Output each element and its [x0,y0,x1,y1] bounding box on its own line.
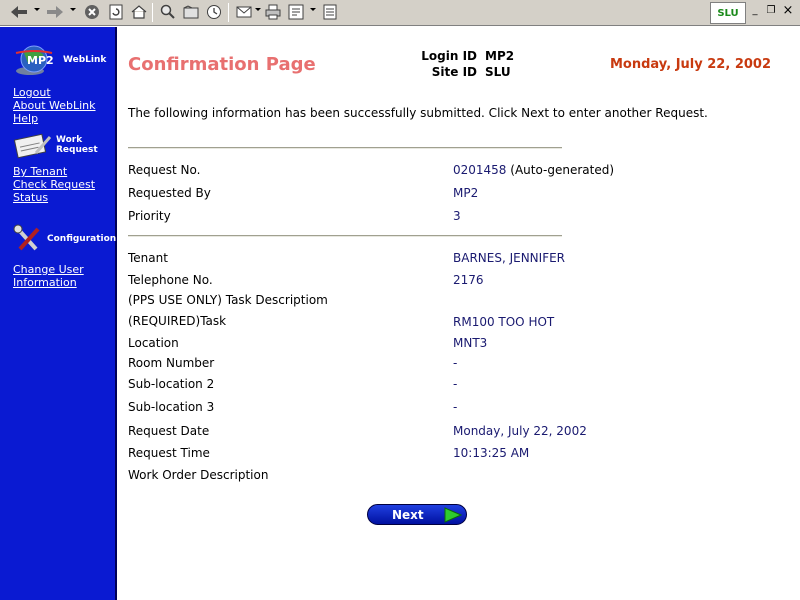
configuration-header: Configuration [12,223,116,255]
telephone-value: 2176 [453,273,484,287]
sub-location-3-value: - [453,400,458,414]
login-id-label: Login ID [421,49,477,63]
edit-icon[interactable] [286,3,306,21]
request-time-value: 10:13:25 AM [453,446,530,460]
back-dropdown-icon[interactable] [34,8,40,11]
priority-value: 3 [453,209,461,223]
forward-dropdown-icon[interactable] [70,8,76,11]
by-tenant-link[interactable]: By Tenant [13,165,67,178]
section-divider [128,147,562,149]
location-label: Location [128,336,179,350]
browser-toolbar: SLU _ ❐ × [0,0,800,26]
request-no-number: 0201458 [453,163,507,177]
clipboard-wrench-icon [14,133,52,159]
weblink-label: WebLink [63,55,107,65]
main-content: Confirmation Page Login ID MP2 Site ID S… [119,27,800,600]
home-icon[interactable] [129,3,149,21]
tools-icon [13,224,40,251]
request-date-label: Request Date [128,424,210,438]
history-icon[interactable] [204,3,224,21]
close-icon[interactable]: × [781,4,795,18]
toolbar-separator [228,3,229,22]
auto-generated-note: (Auto-generated) [510,163,615,177]
refresh-icon[interactable] [106,3,126,21]
favorites-icon[interactable] [181,3,201,21]
room-number-label: Room Number [128,356,215,370]
help-link[interactable]: Help [13,112,38,125]
check-request-status-link[interactable]: Check Request Status [13,178,108,204]
telephone-label: Telephone No. [128,273,213,287]
toolbar-separator [152,3,153,22]
tenant-label: Tenant [128,251,168,265]
task-description-label: (PPS USE ONLY) Task Descriptiom [128,293,328,307]
current-date: Monday, July 22, 2002 [609,57,771,72]
print-icon[interactable] [263,3,283,21]
logout-link[interactable]: Logout [13,86,51,99]
sub-location-2-value: - [453,377,458,391]
discuss-icon[interactable] [320,3,340,21]
stop-icon[interactable] [82,3,102,21]
task-value: RM100 TOO HOT [453,315,555,329]
requested-by-value: MP2 [453,186,479,200]
play-arrow-icon [444,507,462,523]
sidebar: MP2 WebLink Logout About WebLink Help Wo… [0,27,117,600]
page-title: Confirmation Page [128,54,316,75]
minimize-icon[interactable]: _ [748,4,762,18]
room-number-value: - [453,356,458,370]
search-icon[interactable] [158,3,178,21]
confirmation-message: The following information has been succe… [128,106,708,120]
next-button-label: Next [392,508,424,522]
mail-dropdown-icon[interactable] [255,8,261,11]
task-label: (REQUIRED)Task [128,314,227,328]
mail-icon[interactable] [234,3,254,21]
site-id-label: Site ID [431,65,477,79]
login-id-value: MP2 [485,49,515,63]
restore-icon[interactable]: ❐ [764,4,778,18]
next-button[interactable]: Next [367,504,467,525]
configuration-label: Configuration [47,234,117,244]
priority-label: Priority [128,209,171,223]
tenant-value: BARNES, JENNIFER [453,251,566,265]
sub-location-2-label: Sub-location 2 [128,377,215,391]
work-request-header: Work Request [14,131,100,159]
work-request-label: Work Request [56,135,98,155]
forward-icon[interactable] [44,3,66,21]
change-user-information-link[interactable]: Change User Information [13,263,108,289]
edit-dropdown-icon[interactable] [310,8,316,11]
location-value: MNT3 [453,336,488,350]
site-id-value: SLU [485,65,511,79]
request-date-value: Monday, July 22, 2002 [453,424,587,438]
requested-by-label: Requested By [128,186,211,200]
about-weblink-link[interactable]: About WebLink [13,99,96,112]
sub-location-3-label: Sub-location 3 [128,400,215,414]
weblink-header: MP2 WebLink [14,43,106,77]
work-order-description-label: Work Order Description [128,468,269,482]
section-divider [128,235,562,237]
request-no-label: Request No. [128,163,201,177]
browser-brand-logo: SLU [710,2,746,24]
request-time-label: Request Time [128,446,210,460]
mp2-logo-text: MP2 [27,54,54,67]
request-no-value: 0201458 (Auto-generated) [453,163,614,177]
mp2-globe-icon: MP2 [15,45,54,75]
back-icon[interactable] [8,3,30,21]
